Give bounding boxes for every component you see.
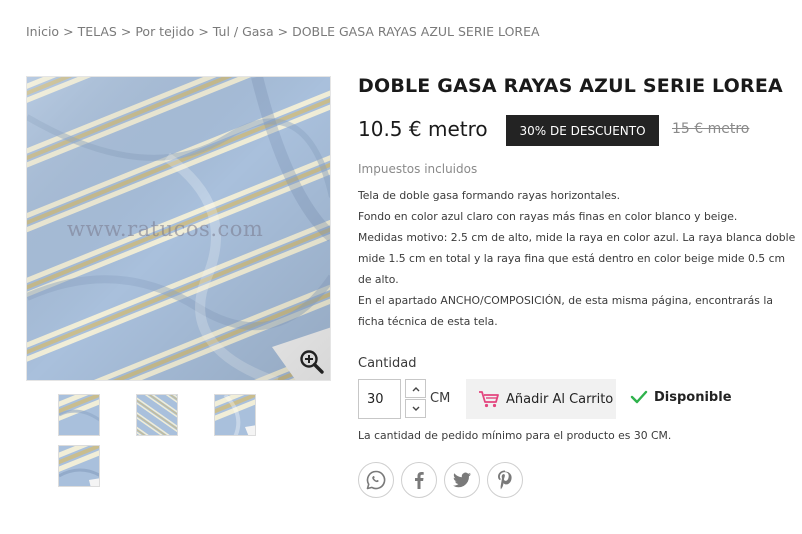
breadcrumb-separator: > xyxy=(198,24,209,39)
share-whatsapp-button[interactable] xyxy=(358,462,394,498)
breadcrumb: Inicio > TELAS > Por tejido > Tul / Gasa > DOBLE… xyxy=(26,24,540,39)
twitter-icon xyxy=(453,472,471,488)
add-to-cart-label: Añadir Al Carrito xyxy=(506,391,614,407)
breadcrumb-link-inicio[interactable]: Inicio xyxy=(26,24,59,39)
breadcrumb-link-telas[interactable]: TELAS xyxy=(78,24,117,39)
add-to-cart-button[interactable]: Añadir Al Carrito xyxy=(466,379,616,419)
thumbnail-image xyxy=(59,395,99,435)
breadcrumb-current: DOBLE GASA RAYAS AZUL SERIE LOREA xyxy=(292,24,540,39)
whatsapp-icon xyxy=(366,470,386,490)
breadcrumb-separator: > xyxy=(120,24,132,39)
quantity-decrease-button[interactable] xyxy=(405,399,426,418)
breadcrumb-link-por-tejido[interactable]: Por tejido xyxy=(135,24,194,39)
product-description: Tela de doble gasa formando rayas horizo… xyxy=(358,185,796,332)
product-thumbnail[interactable] xyxy=(136,394,178,436)
description-paragraph: Medidas motivo: 2.5 cm de alto, mide la … xyxy=(358,231,796,286)
description-paragraph: Fondo en color azul claro con rayas más … xyxy=(358,210,738,223)
share-twitter-button[interactable] xyxy=(444,462,480,498)
availability-label: Disponible xyxy=(654,389,732,405)
minimum-quantity-note: La cantidad de pedido mínimo para el pro… xyxy=(358,429,672,442)
watermark-text: www.ratucos.com xyxy=(67,217,264,241)
thumbnail-image xyxy=(137,395,177,435)
product-thumbnail[interactable] xyxy=(58,445,100,487)
tax-label: Impuestos incluidos xyxy=(358,162,478,176)
facebook-icon xyxy=(415,472,424,489)
description-paragraph: En el apartado ANCHO/COMPOSICIÓN, de est… xyxy=(358,294,773,328)
share-pinterest-button[interactable] xyxy=(487,462,523,498)
unit-label: CM xyxy=(430,391,451,406)
discount-badge: 30% DE DESCUENTO xyxy=(506,115,659,146)
product-title: DOBLE GASA RAYAS AZUL SERIE LOREA xyxy=(358,75,783,97)
availability-status: Disponible xyxy=(630,388,732,406)
current-price: 10.5 € metro xyxy=(358,117,488,141)
chevron-down-icon xyxy=(412,406,419,411)
zoom-in-icon[interactable] xyxy=(299,349,325,375)
quantity-label: Cantidad xyxy=(358,356,417,371)
regular-price: 15 € metro xyxy=(672,121,750,137)
shopping-cart-icon xyxy=(479,391,499,408)
product-thumbnail[interactable] xyxy=(214,394,256,436)
product-main-image[interactable]: www.ratucos.com xyxy=(26,76,331,381)
breadcrumb-link-tul-gasa[interactable]: Tul / Gasa xyxy=(213,24,274,39)
product-thumbnail[interactable] xyxy=(58,394,100,436)
breadcrumb-separator: > xyxy=(277,24,289,39)
thumbnail-image xyxy=(59,446,99,486)
quantity-increase-button[interactable] xyxy=(405,379,426,398)
share-facebook-button[interactable] xyxy=(401,462,437,498)
breadcrumb-separator: > xyxy=(63,24,74,39)
chevron-up-icon xyxy=(412,386,419,391)
description-paragraph: Tela de doble gasa formando rayas horizo… xyxy=(358,189,621,202)
pinterest-icon xyxy=(498,470,512,490)
check-icon xyxy=(630,390,648,404)
quantity-input[interactable] xyxy=(358,379,401,419)
thumbnail-image xyxy=(215,395,255,435)
